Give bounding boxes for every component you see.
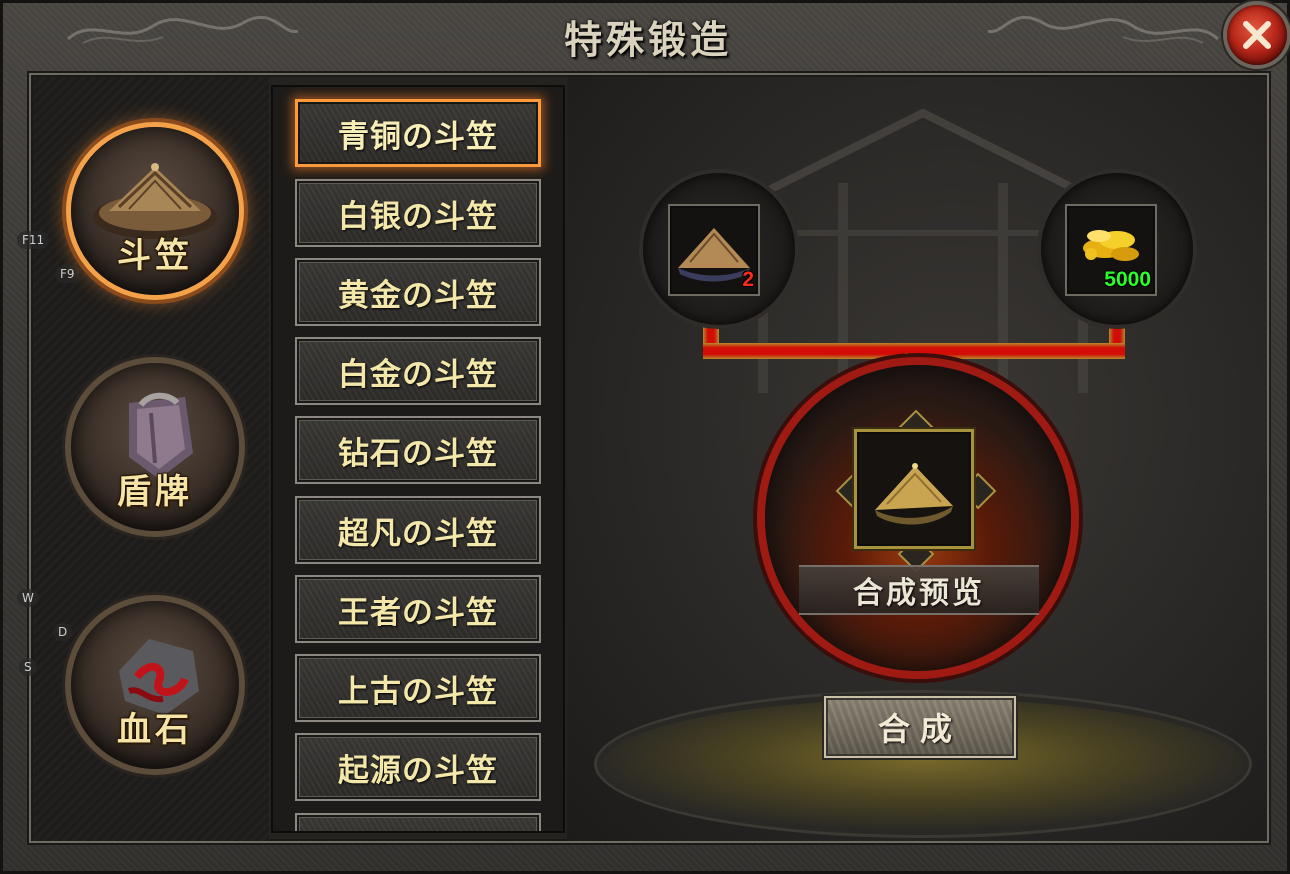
close-icon [1243,21,1271,49]
category-bloodstone[interactable]: 血石 [71,601,239,769]
material-count: 2 [742,268,754,291]
hotkey-hint: F11 [17,231,50,249]
item-button[interactable]: 白银の斗笠 [295,179,541,247]
item-button[interactable]: 钻石の斗笠 [295,416,541,484]
hotkey-hint: W [17,589,39,607]
bronze-hat-icon [875,463,953,525]
item-button[interactable]: 青铜の斗笠 [295,99,541,167]
item-button[interactable]: 起源の斗笠 [295,733,541,801]
forge-button[interactable]: 合成 [824,696,1016,758]
hotkey-hint: D [53,623,73,641]
dragon-ornament-icon [987,15,1220,44]
item-button[interactable]: 白金の斗笠 [295,337,541,405]
material-slot[interactable]: 5000 [1065,204,1157,296]
item-list[interactable]: 青铜の斗笠 白银の斗笠 黄金の斗笠 白金の斗笠 钻石の斗笠 超凡の斗笠 王者の斗… [271,85,565,833]
forge-window: 特殊锻造 F11 F9 W D S 斗笠 盾牌 血石 青铜の斗笠 白银の斗笠 黄… [0,0,1290,874]
item-button-partial[interactable] [295,813,541,831]
item-button[interactable]: 黄金の斗笠 [295,258,541,326]
category-hat[interactable]: 斗笠 [71,127,239,295]
category-shield[interactable]: 盾牌 [71,363,239,531]
item-button[interactable]: 王者の斗笠 [295,575,541,643]
material-slot[interactable]: 2 [668,204,760,296]
material-count: 5000 [1104,268,1151,291]
item-button[interactable]: 上古の斗笠 [295,654,541,722]
category-label: 盾牌 [117,472,193,512]
category-label: 血石 [117,710,193,750]
preview-label: 合成预览 [799,565,1039,615]
item-button[interactable]: 超凡の斗笠 [295,496,541,564]
hotkey-hint: S [19,658,37,676]
category-label: 斗笠 [117,236,193,276]
close-button[interactable] [1227,5,1287,65]
title-bar: 特殊锻造 [3,3,1290,65]
result-slot[interactable] [854,429,974,549]
